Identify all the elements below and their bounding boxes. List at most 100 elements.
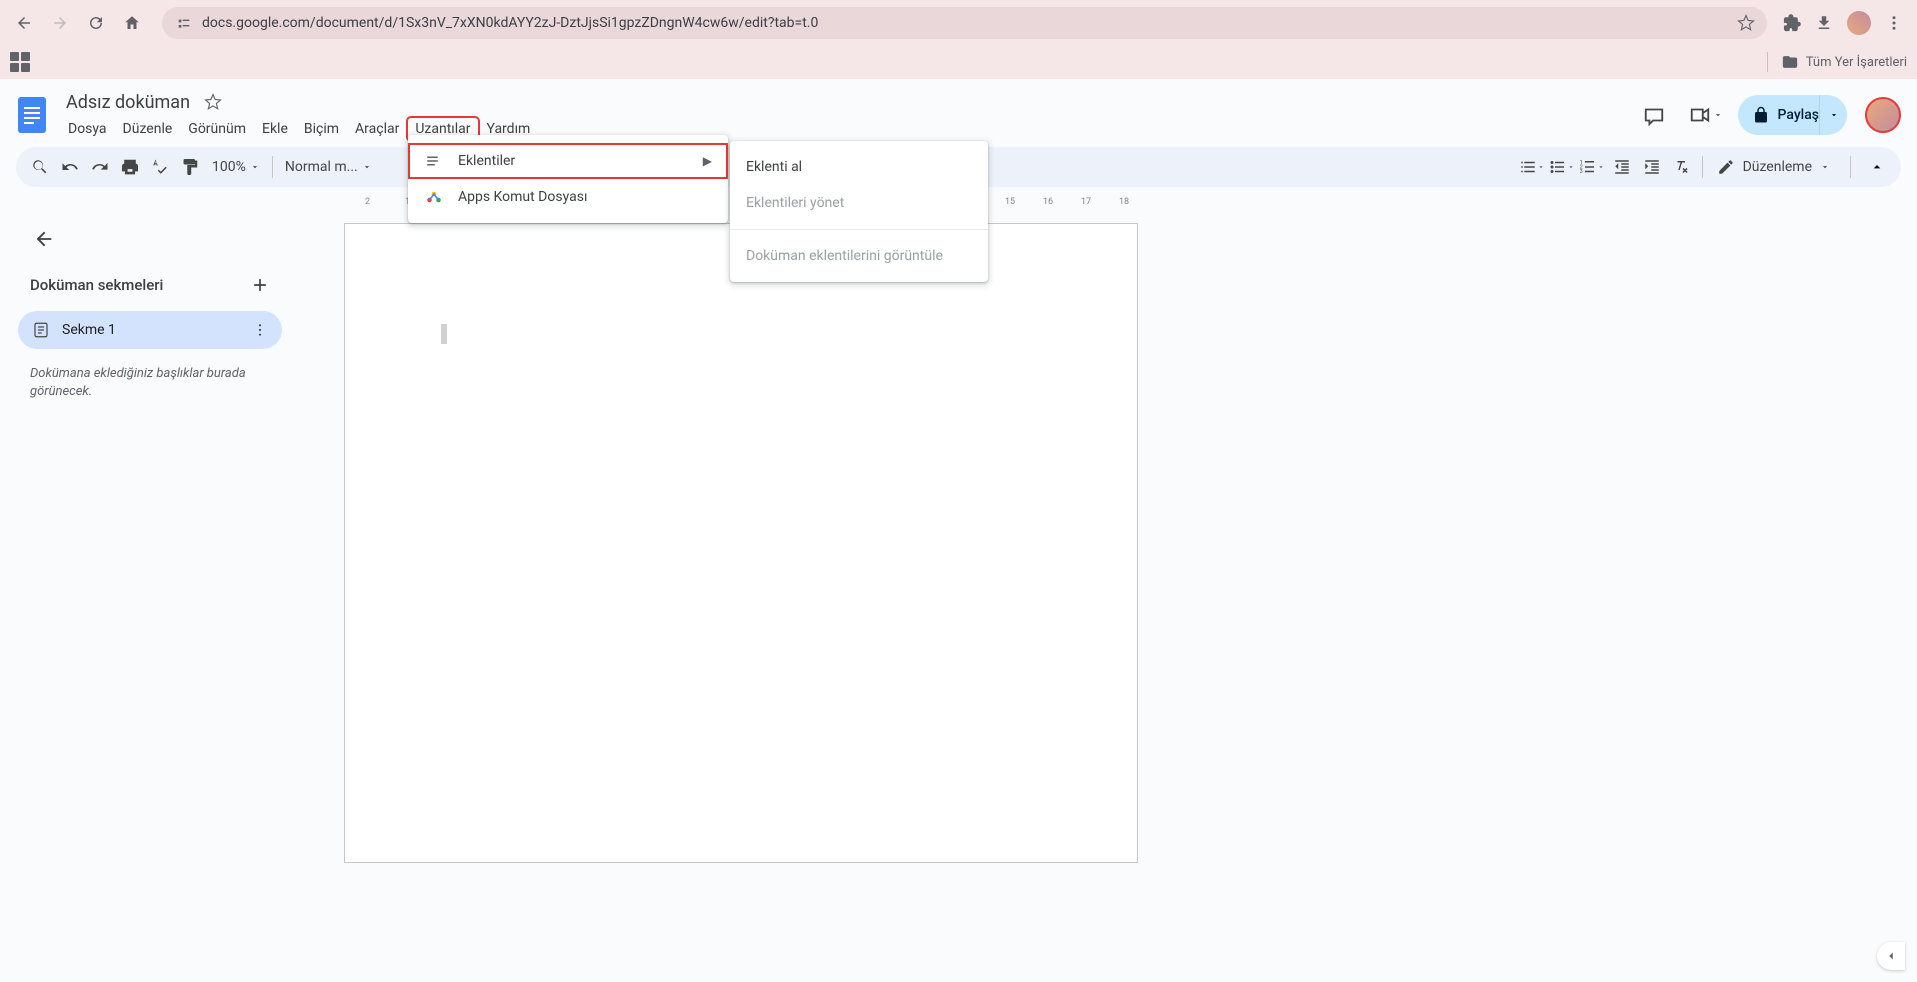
extensions-icon[interactable] bbox=[1783, 14, 1801, 32]
tab-1[interactable]: Sekme 1 bbox=[18, 311, 282, 349]
bulleted-list-button[interactable] bbox=[1548, 153, 1576, 181]
redo-icon bbox=[91, 158, 109, 176]
side-panel-toggle[interactable] bbox=[1877, 942, 1905, 970]
plus-icon bbox=[250, 275, 270, 295]
tab-label: Sekme 1 bbox=[62, 322, 116, 338]
editing-mode-button[interactable]: Düzenleme bbox=[1709, 151, 1838, 183]
search-menus-button[interactable] bbox=[26, 153, 54, 181]
arrow-left-icon bbox=[15, 14, 33, 32]
back-button[interactable] bbox=[10, 9, 38, 37]
home-button[interactable] bbox=[118, 9, 146, 37]
undo-icon bbox=[61, 158, 79, 176]
tabs-panel: Doküman sekmeleri Sekme 1 Dokümana ekled… bbox=[0, 207, 300, 982]
addons-icon bbox=[424, 151, 444, 171]
clear-format-icon bbox=[1673, 158, 1691, 176]
chrome-right-controls bbox=[1783, 11, 1907, 35]
apps-script-menu-item[interactable]: Apps Komut Dosyası bbox=[408, 179, 728, 215]
docs-app: Adsız doküman Dosya Düzenle Görünüm Ekle… bbox=[0, 79, 1917, 982]
chevron-down-icon bbox=[1829, 110, 1839, 120]
chevron-left-icon bbox=[1884, 949, 1898, 963]
video-icon bbox=[1689, 104, 1711, 126]
manage-addons-item[interactable]: Eklentileri yönet bbox=[730, 185, 988, 221]
bullet-list-icon bbox=[1549, 158, 1567, 176]
url-text: docs.google.com/document/d/1Sx3nV_7xXN0k… bbox=[202, 15, 1729, 31]
close-panel-button[interactable] bbox=[28, 223, 60, 255]
spellcheck-icon bbox=[151, 158, 169, 176]
docs-logo-icon[interactable] bbox=[12, 95, 52, 135]
chrome-menu-icon[interactable] bbox=[1885, 14, 1903, 32]
clear-formatting-button[interactable] bbox=[1668, 153, 1696, 181]
menu-view[interactable]: Görünüm bbox=[180, 117, 254, 141]
pencil-icon bbox=[1717, 158, 1735, 176]
checklist-button[interactable] bbox=[1518, 153, 1546, 181]
increase-indent-button[interactable] bbox=[1638, 153, 1666, 181]
menu-tools[interactable]: Araçlar bbox=[347, 117, 407, 141]
downloads-icon[interactable] bbox=[1815, 14, 1833, 32]
menu-file[interactable]: Dosya bbox=[60, 117, 115, 141]
tabs-panel-title: Doküman sekmeleri bbox=[30, 276, 163, 294]
chevron-down-icon bbox=[362, 162, 372, 172]
spellcheck-button[interactable] bbox=[146, 153, 174, 181]
vertical-ruler[interactable] bbox=[0, 335, 16, 982]
zoom-dropdown[interactable]: 100% bbox=[206, 153, 266, 181]
indent-increase-icon bbox=[1643, 158, 1661, 176]
checklist-icon bbox=[1519, 158, 1537, 176]
apps-grid-icon[interactable] bbox=[10, 52, 30, 72]
view-doc-addons-item[interactable]: Doküman eklentilerini görüntüle bbox=[730, 238, 988, 274]
decrease-indent-button[interactable] bbox=[1608, 153, 1636, 181]
separator bbox=[272, 156, 273, 178]
chevron-down-icon bbox=[1820, 162, 1830, 172]
extensions-dropdown: Eklentiler ▶ Apps Komut Dosyası bbox=[408, 135, 728, 223]
separator bbox=[1850, 156, 1851, 178]
forward-button[interactable] bbox=[46, 9, 74, 37]
page-canvas bbox=[344, 223, 1138, 982]
get-addons-item[interactable]: Eklenti al bbox=[730, 149, 988, 185]
add-tab-button[interactable] bbox=[250, 275, 270, 295]
apps-script-icon bbox=[424, 187, 444, 207]
share-label: Paylaş bbox=[1778, 107, 1819, 123]
chevron-down-icon bbox=[1713, 110, 1723, 120]
addons-menu-item[interactable]: Eklentiler ▶ bbox=[408, 143, 728, 179]
bookmark-star-icon[interactable] bbox=[1737, 14, 1755, 32]
star-icon[interactable] bbox=[204, 93, 222, 111]
tab-doc-icon bbox=[32, 321, 50, 339]
styles-dropdown[interactable]: Normal m... bbox=[279, 153, 378, 181]
menu-format[interactable]: Biçim bbox=[296, 117, 347, 141]
chevron-down-icon bbox=[1597, 163, 1605, 171]
menu-edit[interactable]: Düzenle bbox=[115, 117, 181, 141]
paint-roller-icon bbox=[181, 158, 199, 176]
document-page[interactable] bbox=[344, 223, 1138, 863]
paint-format-button[interactable] bbox=[176, 153, 204, 181]
lock-icon bbox=[1752, 106, 1770, 124]
reload-icon bbox=[87, 14, 105, 32]
undo-button[interactable] bbox=[56, 153, 84, 181]
tab-menu-button[interactable] bbox=[252, 322, 268, 338]
menu-insert[interactable]: Ekle bbox=[254, 117, 296, 141]
arrow-right-icon bbox=[51, 14, 69, 32]
reload-button[interactable] bbox=[82, 9, 110, 37]
browser-chrome: docs.google.com/document/d/1Sx3nV_7xXN0k… bbox=[0, 0, 1917, 45]
site-settings-icon[interactable] bbox=[174, 13, 194, 33]
addons-submenu: Eklenti al Eklentileri yönet Doküman ekl… bbox=[730, 141, 988, 282]
share-dropdown-button[interactable] bbox=[1819, 95, 1847, 135]
account-avatar-icon[interactable] bbox=[1865, 97, 1901, 133]
document-title[interactable]: Adsız doküman bbox=[60, 90, 196, 115]
comment-icon bbox=[1643, 104, 1665, 126]
text-cursor bbox=[441, 324, 447, 344]
separator bbox=[730, 229, 988, 230]
profile-avatar-icon[interactable] bbox=[1847, 11, 1871, 35]
home-icon bbox=[123, 14, 141, 32]
url-bar[interactable]: docs.google.com/document/d/1Sx3nV_7xXN0k… bbox=[162, 7, 1767, 39]
document-area: Doküman sekmeleri Sekme 1 Dokümana ekled… bbox=[0, 207, 1917, 982]
meet-button[interactable] bbox=[1686, 95, 1726, 135]
redo-button[interactable] bbox=[86, 153, 114, 181]
print-button[interactable] bbox=[116, 153, 144, 181]
submenu-arrow-icon: ▶ bbox=[703, 154, 712, 168]
numbered-list-button[interactable]: 123 bbox=[1578, 153, 1606, 181]
comments-button[interactable] bbox=[1634, 95, 1674, 135]
folder-icon bbox=[1782, 54, 1798, 70]
indent-decrease-icon bbox=[1613, 158, 1631, 176]
collapse-toolbar-button[interactable] bbox=[1863, 153, 1891, 181]
separator bbox=[1702, 156, 1703, 178]
all-bookmarks-link[interactable]: Tüm Yer İşaretleri bbox=[1806, 55, 1907, 70]
